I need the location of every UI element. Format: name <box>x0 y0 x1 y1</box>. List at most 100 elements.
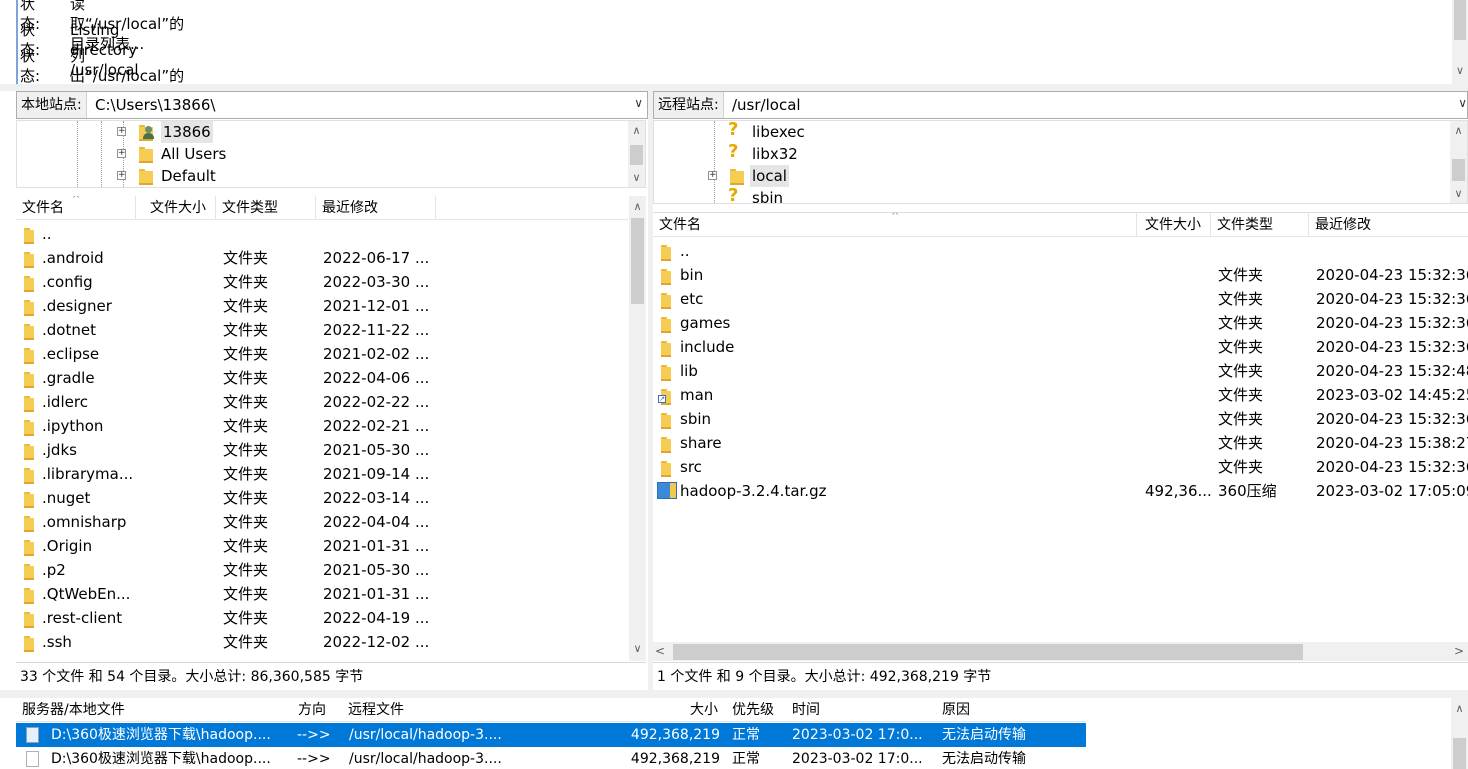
scroll-down-arrow-icon[interactable]: ∨ <box>1450 185 1467 202</box>
file-type: 文件夹 <box>1218 314 1264 332</box>
tree-item-label: sbin <box>752 189 784 204</box>
file-row[interactable]: etc 文件夹 2020-04-23 15:32:36 <box>653 287 1468 311</box>
queue-row[interactable]: D:\360极速浏览器下载\hadoop.... -->> /usr/local/h… <box>16 747 1086 769</box>
file-row[interactable]: .gradle 文件夹 2022-04-06 ... <box>16 366 628 390</box>
file-modified: 2020-04-23 15:32:48 <box>1316 362 1468 380</box>
queue-time: 2023-03-02 17:0... <box>792 751 923 767</box>
file-name: .config <box>42 273 93 291</box>
file-row[interactable]: .config 文件夹 2022-03-30 ... <box>16 270 628 294</box>
file-row[interactable]: .. <box>653 239 1468 263</box>
file-type: 文件夹 <box>223 273 269 291</box>
file-row[interactable]: .nuget 文件夹 2022-03-14 ... <box>16 486 628 510</box>
file-row[interactable]: .ssh 文件夹 2022-12-02 ... <box>16 630 628 654</box>
scroll-left-arrow-icon[interactable]: < <box>653 644 667 658</box>
scroll-up-arrow-icon[interactable]: ∧ <box>629 198 646 215</box>
file-modified: 2020-04-23 15:38:27 <box>1316 434 1468 452</box>
folder-icon <box>661 437 671 453</box>
scroll-down-arrow-icon[interactable]: ∨ <box>1452 64 1468 80</box>
file-row[interactable]: .. <box>16 222 628 246</box>
file-row[interactable]: .jdks 文件夹 2021-05-30 ... <box>16 438 628 462</box>
queue-row[interactable]: D:\360极速浏览器下载\hadoop.... -->> /usr/local/h… <box>16 723 1086 747</box>
chevron-down-icon[interactable]: ∨ <box>634 96 643 110</box>
log-scroll-thumb[interactable] <box>1454 0 1466 40</box>
column-header-modified[interactable]: 最近修改 <box>1309 213 1468 237</box>
scroll-down-arrow-icon[interactable]: ∨ <box>628 169 645 186</box>
file-row[interactable]: .dotnet 文件夹 2022-11-22 ... <box>16 318 628 342</box>
file-row[interactable]: bin 文件夹 2020-04-23 15:32:36 <box>653 263 1468 287</box>
expand-icon[interactable]: + <box>708 171 717 180</box>
column-header-direction[interactable]: 方向 <box>298 698 326 722</box>
remote-list-hscrollbar[interactable]: < > <box>653 642 1468 661</box>
chevron-down-icon[interactable]: ∨ <box>1458 96 1467 110</box>
remote-path-input[interactable]: /usr/local <box>732 92 801 118</box>
file-row[interactable]: .omnisharp 文件夹 2022-04-04 ... <box>16 510 628 534</box>
scroll-thumb[interactable] <box>673 644 1303 660</box>
log-scrollbar[interactable]: ∨ <box>1452 0 1468 84</box>
expand-icon[interactable]: + <box>117 171 126 180</box>
file-type: 文件夹 <box>1218 458 1264 476</box>
file-row[interactable]: .ipython 文件夹 2022-02-21 ... <box>16 414 628 438</box>
scroll-right-arrow-icon[interactable]: > <box>1452 644 1466 658</box>
column-header-modified[interactable]: 最近修改 <box>316 196 436 220</box>
column-header-reason[interactable]: 原因 <box>942 698 970 722</box>
queue-reason: 无法启动传输 <box>942 727 1026 743</box>
column-header-size[interactable]: 大小 <box>690 698 718 722</box>
file-name: .jdks <box>42 441 77 459</box>
file-row[interactable]: .libraryma... 文件夹 2021-09-14 ... <box>16 462 628 486</box>
scroll-thumb[interactable] <box>631 218 644 304</box>
file-row[interactable]: share 文件夹 2020-04-23 15:38:27 <box>653 431 1468 455</box>
scroll-up-arrow-icon[interactable]: ∧ <box>1450 122 1467 139</box>
file-row[interactable]: .designer 文件夹 2021-12-01 ... <box>16 294 628 318</box>
file-type: 文件夹 <box>223 297 269 315</box>
column-header-size[interactable]: 文件大小 <box>1139 213 1211 237</box>
file-row[interactable]: .eclipse 文件夹 2021-02-02 ... <box>16 342 628 366</box>
file-type: 文件夹 <box>223 585 269 603</box>
horizontal-splitter[interactable] <box>0 690 1468 698</box>
file-name: hadoop-3.2.4.tar.gz <box>680 482 827 500</box>
file-row[interactable]: sbin 文件夹 2020-04-23 15:32:36 <box>653 407 1468 431</box>
file-name: .dotnet <box>42 321 96 339</box>
file-type: 文件夹 <box>223 393 269 411</box>
file-modified: 2022-04-19 ... <box>323 609 430 627</box>
queue-priority: 正常 <box>732 751 760 767</box>
file-type: 文件夹 <box>223 417 269 435</box>
horizontal-splitter[interactable] <box>0 84 1468 91</box>
file-row[interactable]: src 文件夹 2020-04-23 15:32:36 <box>653 455 1468 479</box>
scroll-up-arrow-icon[interactable]: ∧ <box>1451 700 1468 717</box>
scroll-thumb[interactable] <box>630 145 643 165</box>
remote-tree-scrollbar[interactable]: ∧ ∨ <box>1450 121 1467 203</box>
scroll-down-arrow-icon[interactable]: ∨ <box>629 640 646 657</box>
file-row[interactable]: .rest-client 文件夹 2022-04-19 ... <box>16 606 628 630</box>
scroll-thumb[interactable] <box>1453 738 1466 769</box>
file-row[interactable]: .QtWebEn... 文件夹 2021-01-31 ... <box>16 582 628 606</box>
file-type: 文件夹 <box>1218 290 1264 308</box>
file-row[interactable]: games 文件夹 2020-04-23 15:32:36 <box>653 311 1468 335</box>
file-row[interactable]: .idlerc 文件夹 2022-02-22 ... <box>16 390 628 414</box>
file-row[interactable]: .android 文件夹 2022-06-17 ... <box>16 246 628 270</box>
column-header-type[interactable]: 文件类型 <box>1211 213 1309 237</box>
file-row[interactable]: .Origin 文件夹 2021-01-31 ... <box>16 534 628 558</box>
file-row[interactable]: lib 文件夹 2020-04-23 15:32:48 <box>653 359 1468 383</box>
scroll-thumb[interactable] <box>1452 159 1465 181</box>
remote-status-bar: 1 个文件 和 9 个目录。大小总计: 492,368,219 字节 <box>653 662 1468 690</box>
scroll-up-arrow-icon[interactable]: ∧ <box>628 122 645 139</box>
column-header-time[interactable]: 时间 <box>792 698 820 722</box>
file-row[interactable]: hadoop-3.2.4.tar.gz 492,36... 360压缩 2023-03… <box>653 479 1468 503</box>
column-header-local-file[interactable]: 服务器/本地文件 <box>22 698 125 722</box>
file-row[interactable]: include 文件夹 2020-04-23 15:32:36 <box>653 335 1468 359</box>
queue-scrollbar[interactable]: ∧ <box>1451 698 1468 769</box>
file-row[interactable]: ↗ man 文件夹 2023-03-02 14:45:25 <box>653 383 1468 407</box>
local-tree-scrollbar[interactable]: ∧ ∨ <box>628 121 645 187</box>
expand-icon[interactable]: + <box>117 149 126 158</box>
expand-icon[interactable]: + <box>117 127 126 136</box>
column-header-type[interactable]: 文件类型 <box>216 196 316 220</box>
file-size: 492,36... <box>1145 482 1212 500</box>
column-header-priority[interactable]: 优先级 <box>732 698 774 722</box>
file-name: .nuget <box>42 489 91 507</box>
file-row[interactable]: .p2 文件夹 2021-05-30 ... <box>16 558 628 582</box>
queue-reason: 无法启动传输 <box>942 751 1026 767</box>
column-header-size[interactable]: 文件大小 <box>144 196 216 220</box>
local-path-input[interactable]: C:\Users\13866\ <box>95 92 215 118</box>
column-header-remote-file[interactable]: 远程文件 <box>348 698 404 722</box>
local-list-scrollbar[interactable]: ∧ ∨ <box>629 196 646 661</box>
